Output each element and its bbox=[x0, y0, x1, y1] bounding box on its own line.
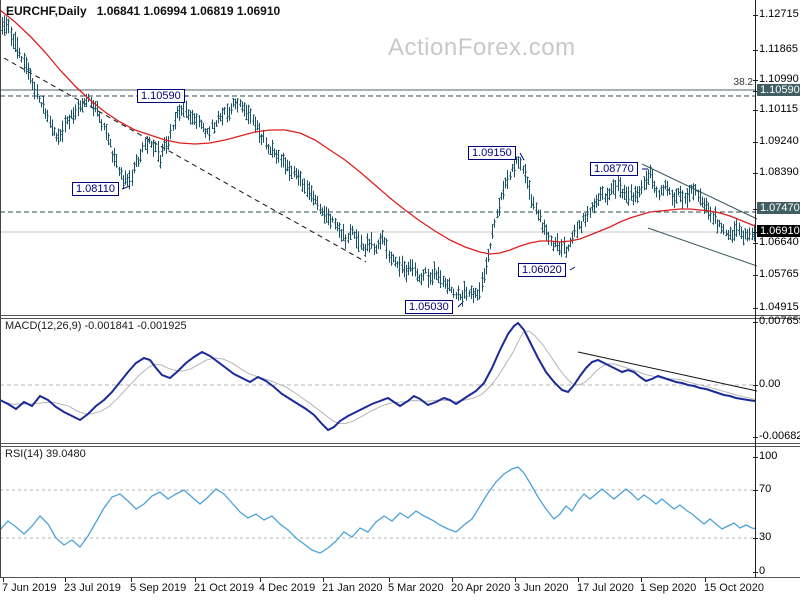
price-axis-label: 1.12715 bbox=[759, 8, 799, 20]
channel-lower-line bbox=[647, 227, 758, 267]
date-axis-label: 5 Mar 2020 bbox=[388, 582, 444, 594]
macd-main-line bbox=[0, 321, 755, 432]
rsi-indicator-label: RSI(14) 39.0480 bbox=[5, 448, 86, 460]
date-axis-label: 1 Sep 2020 bbox=[640, 582, 697, 594]
rsi-line bbox=[0, 466, 755, 554]
price-bars bbox=[1, 15, 755, 307]
rsi-axis-label: 70 bbox=[759, 483, 772, 495]
date-axis-label: 15 Oct 2020 bbox=[704, 582, 764, 594]
price-tag-1-08770: 1.08770 bbox=[590, 162, 638, 176]
chart-title: EURCHF,Daily 1.06841 1.06994 1.06819 1.06… bbox=[6, 4, 280, 18]
price-axis-label: 1.09240 bbox=[759, 135, 799, 147]
rsi-axis-label: 0 bbox=[759, 565, 766, 577]
date-axis-label: 23 Jul 2019 bbox=[64, 582, 121, 594]
chart-window: ActionForex.com EURCHF,Daily 1.06841 1.06… bbox=[0, 0, 800, 600]
rsi-axis-label: 100 bbox=[759, 450, 778, 462]
price-axis-label: 1.10115 bbox=[759, 103, 798, 115]
macd-axis-label: 0.007655 bbox=[759, 315, 800, 327]
price-axis-label: 1.06640 bbox=[759, 236, 799, 248]
price-axis-label-highlighted: 1.10590 bbox=[757, 84, 800, 96]
date-axis-label: 5 Sep 2019 bbox=[130, 582, 187, 594]
price-axis-label: 1.08390 bbox=[759, 166, 799, 178]
date-axis-label: 17 Jul 2020 bbox=[577, 582, 634, 594]
macd-signal-line bbox=[4, 330, 755, 425]
price-tag-1-08110: 1.08110 bbox=[72, 182, 119, 196]
price-tag-1-06020: 1.06020 bbox=[518, 263, 566, 277]
date-axis-label: 21 Jan 2020 bbox=[322, 582, 383, 594]
downtrend-dashed-line bbox=[3, 57, 367, 263]
date-axis-label: 3 Jun 2020 bbox=[514, 582, 569, 594]
price-axis-label-highlighted: 1.07470 bbox=[757, 202, 800, 214]
price-axis-label: 1.11865 bbox=[759, 43, 798, 55]
price-tag-1-05030: 1.05030 bbox=[405, 300, 453, 314]
macd-indicator-label: MACD(12,26,9) -0.001841 -0.001925 bbox=[5, 320, 187, 332]
symbol-period-label: EURCHF,Daily bbox=[6, 4, 87, 18]
date-axis-label: 20 Apr 2020 bbox=[451, 582, 511, 594]
watermark: ActionForex.com bbox=[388, 34, 576, 61]
price-axis-label: 1.04915 bbox=[759, 301, 799, 313]
macd-axis-label: 0.00 bbox=[759, 378, 781, 390]
date-axis-label: 21 Oct 2019 bbox=[194, 582, 254, 594]
price-axis-label: 1.05765 bbox=[759, 268, 799, 280]
current-price-label: 1.06910 bbox=[757, 225, 800, 237]
moving-average-line bbox=[0, 9, 755, 255]
date-axis-label: 4 Dec 2019 bbox=[259, 582, 316, 594]
chart-canvas[interactable] bbox=[0, 0, 800, 600]
ohlc-values: 1.06841 1.06994 1.06819 1.06910 bbox=[96, 4, 281, 18]
date-axis-label: 7 Jun 2019 bbox=[2, 582, 57, 594]
macd-axis-label: -0.006822 bbox=[759, 430, 800, 442]
fib-382-label: 38.2 bbox=[733, 77, 753, 88]
price-tag-1-09150: 1.09150 bbox=[468, 146, 516, 160]
rsi-axis-label: 30 bbox=[759, 531, 772, 543]
price-tag-1-10590: 1.10590 bbox=[137, 89, 185, 103]
